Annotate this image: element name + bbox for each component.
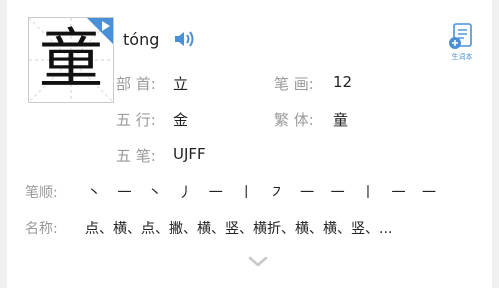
radical-label: 部 首:: [116, 75, 156, 93]
wubi-label: 五 笔:: [116, 147, 156, 165]
wordbook-icon[interactable]: [447, 22, 477, 52]
stroke-order-label: 笔顺:: [25, 185, 58, 201]
speaker-icon[interactable]: [173, 29, 195, 49]
stroke-count-value: 12: [333, 73, 353, 91]
wordbook-button[interactable]: 生词本: [447, 22, 477, 66]
stroke-names-label: 名称:: [25, 221, 58, 237]
five-elements-value: 金: [173, 111, 189, 129]
radical-value: 立: [173, 75, 189, 93]
stroke-names-value: 点、横、点、撇、横、竖、横折、横、横、竖、...: [85, 221, 393, 237]
five-elements-label: 五 行:: [116, 111, 156, 129]
pinyin-text: tóng: [123, 29, 160, 49]
character-card: 童 tóng 部 首: 立 笔 画: 12 五 行: 金 繁 体: 童 五 笔:…: [7, 0, 492, 288]
stroke-count-label: 笔 画:: [274, 75, 314, 93]
wordbook-label[interactable]: 生词本: [447, 52, 477, 62]
traditional-label: 繁 体:: [274, 111, 314, 129]
pronunciation-row: tóng: [123, 28, 195, 50]
stroke-order-value: 丶 一 丶 丿 一 丨 ㇇ 一 一 丨 一 一: [87, 185, 442, 201]
chevron-down-icon[interactable]: [247, 255, 269, 269]
wubi-value: UJFF: [173, 145, 206, 163]
traditional-value: 童: [333, 111, 349, 129]
play-icon[interactable]: [102, 21, 110, 31]
character-display: 童: [28, 17, 114, 103]
